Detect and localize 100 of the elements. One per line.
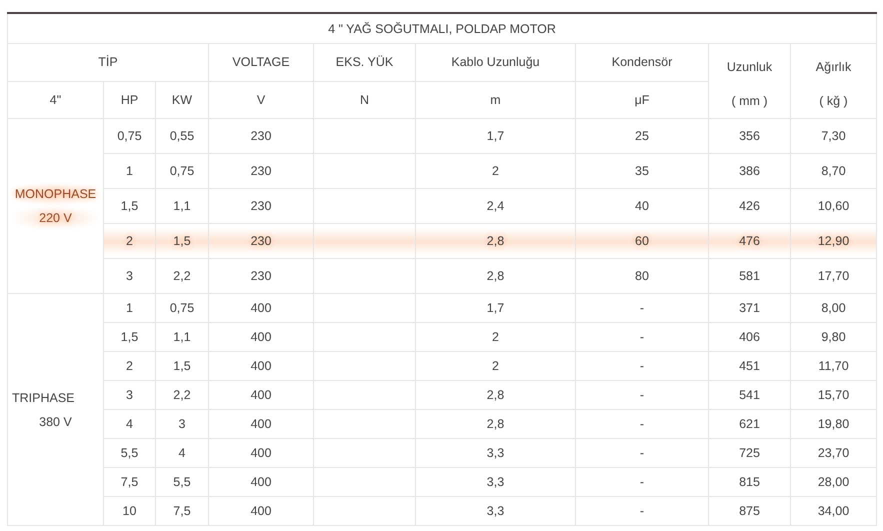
table-cell: 2,2 [156,258,208,294]
column-header: Ağırlık [814,59,852,76]
column-header: Kablo Uzunluğu [416,44,576,81]
table-cell: 400 [208,380,314,410]
table-cell: 2 [416,154,576,188]
table-cell: 400 [208,352,314,380]
table-cell: 230 [208,224,314,258]
table-cell: 2,8 [416,380,576,410]
table-cell: 34,00 [790,496,876,526]
table-cell: 3,3 [416,496,576,526]
table-cell: 9,80 [790,322,876,352]
unit-header: HP [104,81,156,118]
table-cell: 19,80 [790,410,876,438]
table-title: 4 " YAĞ SOĞUTMALI, POLDAP MOTOR [8,13,876,44]
table-cell: 0,75 [156,154,208,188]
table-cell: 400 [208,410,314,438]
column-header: VOLTAGE [208,44,314,81]
table-cell: 4 [104,410,156,438]
group-label: 220 V [12,206,99,230]
table-cell: 3 [104,380,156,410]
table-cell: 3 [104,258,156,294]
table-cell: - [576,352,708,380]
table-cell: 400 [208,468,314,496]
table-cell: 5,5 [156,468,208,496]
table-cell: 2,8 [416,258,576,294]
table-cell: 2 [416,322,576,352]
table-cell: 581 [708,258,790,294]
table-cell: 541 [708,380,790,410]
table-cell: 230 [208,118,314,154]
table-cell: 400 [208,438,314,468]
table-cell: 4 [156,438,208,468]
table-cell: 2,2 [156,380,208,410]
table-cell: 8,70 [790,154,876,188]
table-cell: 60 [576,224,708,258]
table-cell: 80 [576,258,708,294]
table-cell: 12,90 [790,224,876,258]
table-cell: 371 [708,294,790,322]
table-cell: 400 [208,496,314,526]
table-cell: 2 [104,352,156,380]
column-header: Uzunluk [726,59,774,76]
table-cell: 1,7 [416,118,576,154]
table-cell: - [576,380,708,410]
table-cell: 23,70 [790,438,876,468]
unit-header: 4" [8,81,104,118]
table-cell: 230 [208,258,314,294]
table-cell: 0,75 [156,294,208,322]
table-cell: - [576,496,708,526]
table-cell: 15,70 [790,380,876,410]
table-cell: - [576,294,708,322]
group-label: MONOPHASE [12,182,99,206]
table-cell: 0,55 [156,118,208,154]
table-cell: - [576,438,708,468]
table-cell: 8,00 [790,294,876,322]
group-label: 380 V [38,414,73,430]
table-cell: 1,5 [156,352,208,380]
table-cell: - [576,468,708,496]
unit-label: ( mm ) [730,93,769,110]
table-cell: 17,70 [790,258,876,294]
table-cell: 1,1 [156,322,208,352]
table-cell: 7,5 [104,468,156,496]
table-cell: 725 [708,438,790,468]
table-cell: 875 [708,496,790,526]
table-cell: 3,3 [416,468,576,496]
table-cell: 25 [576,118,708,154]
table-cell: 7,30 [790,118,876,154]
table-cell: 0,75 [104,118,156,154]
table-cell: 386 [708,154,790,188]
table-cell: 406 [708,322,790,352]
table-cell: 35 [576,154,708,188]
table-cell: 476 [708,224,790,258]
table-cell: 1,5 [156,224,208,258]
group-label: TRIPHASE [12,390,76,406]
table-cell: 1 [104,154,156,188]
table-cell: 400 [208,294,314,322]
table-cell: 2,8 [416,224,576,258]
table-cell: 400 [208,322,314,352]
table-cell: 1,5 [104,322,156,352]
unit-header: V [208,81,314,118]
unit-header: m [416,81,576,118]
table-cell: 1 [104,294,156,322]
table-cell: 10 [104,496,156,526]
table-cell: 5,5 [104,438,156,468]
table-cell: 11,70 [790,352,876,380]
column-header: EKS. YÜK [314,44,416,81]
table-cell: 230 [208,154,314,188]
table-cell: - [576,322,708,352]
column-header: TİP [8,44,208,81]
table-cell: 356 [708,118,790,154]
table-cell: 2,8 [416,410,576,438]
table-cell: 3 [156,410,208,438]
table-cell: 815 [708,468,790,496]
table-cell: 28,00 [790,468,876,496]
table-cell: 3,3 [416,438,576,468]
table-cell: - [576,410,708,438]
table-cell: 451 [708,352,790,380]
column-header: Kondensör [576,44,708,81]
table-cell: 7,5 [156,496,208,526]
unit-label: ( kğ ) [818,93,849,110]
table-cell: 1,7 [416,294,576,322]
table-cell: 2 [416,352,576,380]
